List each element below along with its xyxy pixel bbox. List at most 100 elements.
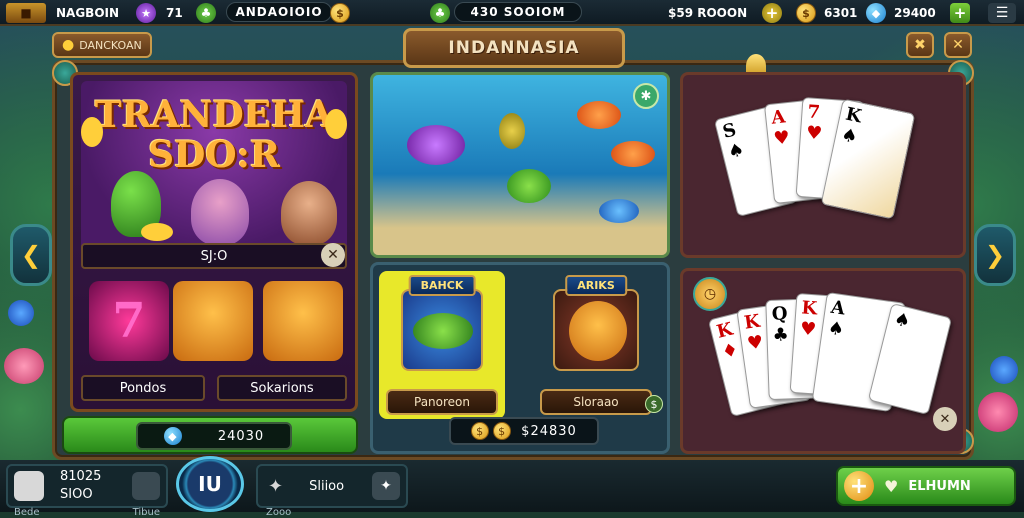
refresh-icon: ✱ [640,88,652,104]
gold-coin-icon: $ [796,3,816,23]
coin-icon: $ [493,422,512,440]
left-balance-bar: ◆ 24030 [62,416,358,454]
close-featured-button[interactable]: ✕ [321,243,345,267]
stat-1-sub-label: Bede [14,507,40,518]
profile-icon[interactable]: ■ [6,3,46,23]
hamburger-menu-icon: ☰ [988,3,1016,23]
lobby-home-label: DANCKOAN [79,38,142,52]
stat-1-top-value: 81025 [60,469,102,484]
chevron-right-icon: ❯ [984,241,1006,269]
seven-symbol-tile[interactable]: 7 [89,281,169,361]
share-icon: ✦ [372,472,400,500]
prev-page-button[interactable]: ❮ [10,224,52,286]
player-name: NAGBOIN [56,6,120,20]
profile-group[interactable]: ■ NAGBOIN [6,2,119,24]
menu-button[interactable]: ☰ [988,2,1016,24]
chevron-left-icon: ❮ [20,241,42,269]
balance-1-group: ♣ [196,2,216,24]
clock-icon: ◷ [703,286,717,302]
gem-icon: ◆ [163,427,182,445]
tiger-symbol-tile[interactable] [263,281,343,361]
tile-label-1-text: Pondos [119,380,167,396]
tiger-symbol-tile[interactable] [173,281,253,361]
stats-box-2[interactable]: ✦ Sliioo ✦ Zooo [256,464,408,518]
stat-2-value: Sliioo [309,478,345,494]
lobby-home-button[interactable]: ● DANCKOAN [52,32,152,58]
game-card-2-tag: ARIKS [565,275,627,296]
stat-1-bottom-value: SIOO [60,487,93,502]
card-game-panel-1[interactable]: S ♠ A ♥ 7 ♥ K ♠ [680,72,966,258]
left-balance-pill: ◆ 24030 [136,422,292,450]
slots-game-panel[interactable]: TRANDEHA SDO:R SJ:O ✕ 7 Pondos Sokarions [70,72,358,412]
otter-mascot [281,181,337,245]
left-balance-value: 24030 [217,428,265,444]
clover-icon: ♣ [430,3,450,23]
deposit-cta-label: ELHUMN [908,478,971,494]
level-star-icon: ★ [136,3,156,23]
game-card-2-label: Sloraao [540,389,652,415]
game-card-1[interactable]: BAHCK Panoreon [379,271,505,419]
green-fish [507,169,551,203]
leaf-ornament-icon [81,117,103,147]
tile-label-1[interactable]: Pondos [81,375,205,401]
card-game-panel-2[interactable]: K ♦ K ♥ Q ♣ K ♥ A ♠ ♠ ◷ ✕ [680,268,966,454]
player-level: 71 [166,6,183,20]
balance-1-value: ANDAOIOIO [226,2,332,22]
fishing-game-panel[interactable]: ✱ [370,72,670,258]
plus-icon: + [762,3,782,23]
timer-button[interactable]: ◷ [693,277,727,311]
game-card-1-tag: BAHCK [408,275,476,296]
tile-label-2-text: Sokarions [250,380,314,396]
yellow-fish [499,113,525,149]
bonus-text: $59 ROOON [668,6,748,20]
gear-icon: ✦ [268,475,284,497]
title-line-1: TRANDEHA [94,94,334,136]
close-icon: ✕ [952,37,964,53]
plus-icon: + [950,3,970,23]
plus-icon: + [844,471,874,501]
tools-icon: ✖ [914,37,926,53]
close-button[interactable]: ✕ [944,32,972,58]
lobby-title: INDANNASIA [403,28,625,68]
gold-value: 6301 [824,6,858,20]
game-card-2[interactable]: ARIKS Sloraao [533,271,659,419]
level-group: ★ 71 [136,2,183,24]
tiger-icon [569,301,627,361]
gold-group: $ 6301 [796,2,857,24]
close-panel-button[interactable]: ✕ [933,407,957,431]
center-spin-label: IU [198,472,222,496]
refresh-button[interactable]: ✱ [633,83,659,109]
add-bonus-button[interactable]: + [762,2,782,24]
bonus-label: $59 ROOON [668,2,747,24]
next-page-button[interactable]: ❯ [974,224,1016,286]
balance-1-coin[interactable]: $ [330,2,350,24]
green-fish-icon [413,313,473,349]
close-icon: ✕ [939,411,951,427]
orange-fish [611,141,655,167]
gems-group: ◆ 29400 [866,2,936,24]
gems-value: 29400 [894,6,936,20]
tiger-game-thumbnail [553,289,639,371]
info-badge[interactable]: $ [645,395,663,413]
tools-button[interactable]: ✖ [906,32,934,58]
coin-icon: $ [471,422,490,440]
featured-game-label: SJ:O [81,243,347,269]
fish-game-thumbnail [401,289,483,371]
balance-2-value: 430 SOOIOM [454,2,582,22]
tile-label-2[interactable]: Sokarions [217,375,347,401]
deposit-cta-button[interactable]: + ♥ ELHUMN [836,466,1016,506]
flower-decoration [4,348,44,384]
stats-box-1-values: 81025 SIOO [60,468,101,504]
flower-decoration [978,392,1018,432]
featured-slot-banner[interactable]: TRANDEHA SDO:R [81,81,347,251]
flower-decoration [8,300,34,326]
hat-icon [14,471,44,501]
title-line-2: SDO:R [148,134,280,176]
stat-2-sub-label: Zooo [266,507,292,518]
center-spin-button[interactable]: IU [176,456,244,512]
add-gems-button[interactable]: + [950,2,970,24]
flower-decoration [990,356,1018,384]
stats-box-1[interactable]: 81025 SIOO Bede Tibue [6,464,168,518]
coin-icon: $ [330,3,350,23]
blue-fish [599,199,639,223]
